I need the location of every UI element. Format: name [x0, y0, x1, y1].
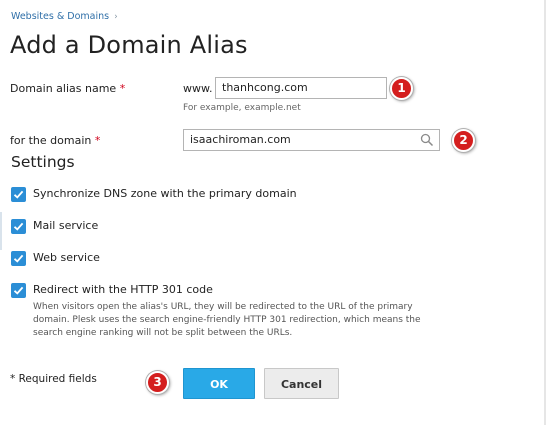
required-marker: *: [119, 82, 126, 95]
redirect-description: When visitors open the alias's URL, they…: [33, 302, 421, 338]
page-title: Add a Domain Alias: [10, 31, 248, 59]
alias-name-hint: For example, example.net: [183, 103, 301, 113]
breadcrumb: Websites & Domains ›: [11, 11, 118, 22]
search-icon[interactable]: [420, 133, 434, 147]
sync-dns-label: Synchronize DNS zone with the primary do…: [33, 187, 297, 200]
annotation-badge-1: 1: [390, 77, 413, 100]
required-marker: *: [94, 134, 101, 147]
web-service-checkbox[interactable]: [11, 251, 26, 266]
web-service-label: Web service: [33, 251, 100, 264]
alias-name-input-value: thanhcong.com: [222, 81, 308, 94]
ok-button[interactable]: OK: [183, 368, 255, 399]
sync-dns-checkbox[interactable]: [11, 187, 26, 202]
breadcrumb-separator-icon: ›: [114, 12, 118, 22]
alias-name-label: Domain alias name *: [10, 82, 125, 95]
required-fields-note: * Required fields: [10, 373, 97, 385]
checkmark-icon: [13, 222, 24, 231]
checkmark-icon: [13, 254, 24, 263]
www-prefix: www.: [183, 82, 213, 95]
domain-select-value: isaachiroman.com: [190, 133, 291, 146]
mail-service-checkbox[interactable]: [11, 219, 26, 234]
domain-label-text: for the domain: [10, 134, 92, 147]
annotation-badge-3: 3: [146, 371, 169, 394]
domain-label: for the domain *: [10, 134, 100, 147]
redirect-301-checkbox[interactable]: [11, 283, 26, 298]
domain-select-input[interactable]: isaachiroman.com: [183, 129, 440, 151]
left-accent-bar: [0, 212, 2, 250]
redirect-301-label: Redirect with the HTTP 301 code: [33, 283, 213, 296]
settings-heading: Settings: [11, 153, 75, 171]
checkmark-icon: [13, 286, 24, 295]
checkmark-icon: [13, 190, 24, 199]
annotation-badge-2: 2: [452, 129, 475, 152]
mail-service-label: Mail service: [33, 219, 99, 232]
alias-name-input[interactable]: thanhcong.com: [215, 77, 387, 99]
breadcrumb-link-websites-domains[interactable]: Websites & Domains: [11, 11, 109, 22]
cancel-button[interactable]: Cancel: [264, 368, 339, 399]
alias-name-label-text: Domain alias name: [10, 82, 117, 95]
